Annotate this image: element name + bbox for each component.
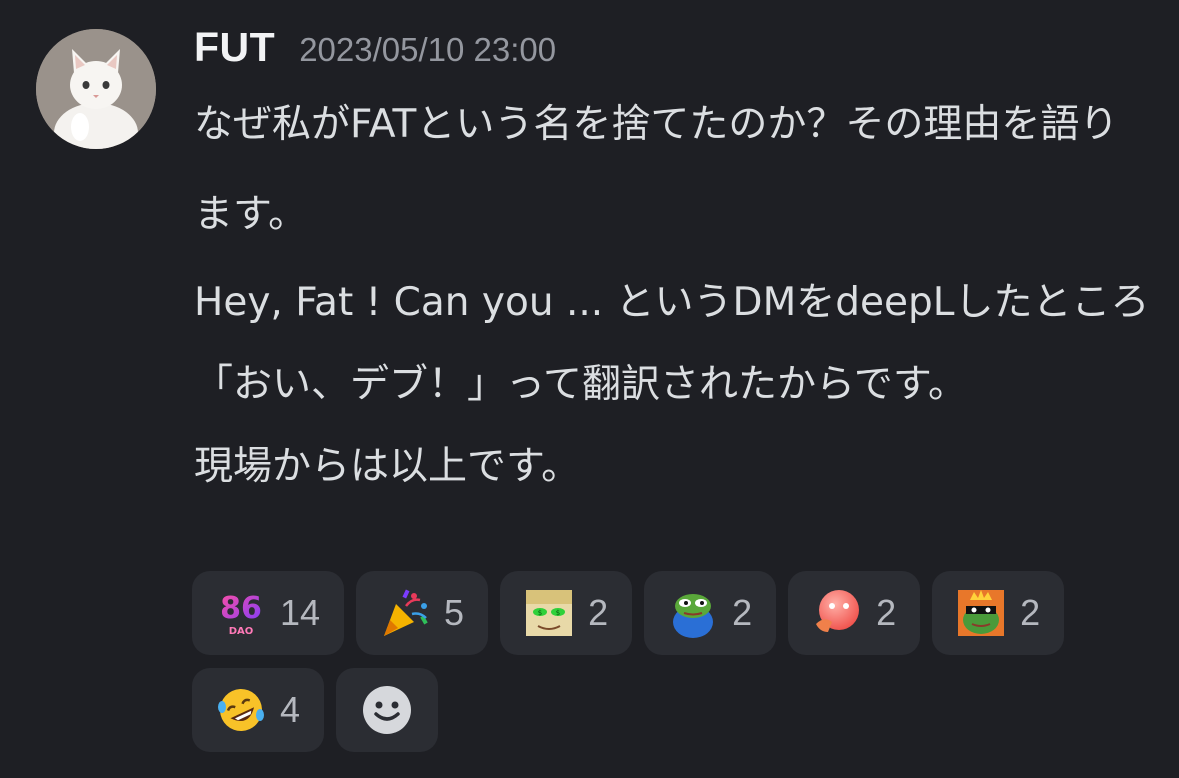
reaction-party-popper[interactable]: 5 xyxy=(356,571,489,655)
reaction-bar: 86 DAO 14 5 $ $ 2 2 2 2 4 xyxy=(192,571,1152,752)
message-paragraph: 現場からは以上です。 xyxy=(194,444,581,489)
reaction-count: 2 xyxy=(1020,592,1041,633)
message-header: FUT 2023/05/10 23:00 xyxy=(194,24,556,71)
reaction-blushing-thinking[interactable]: 2 xyxy=(788,571,921,655)
add-reaction-button[interactable] xyxy=(336,668,439,752)
pepe-king-icon xyxy=(954,586,1008,640)
blushing-thinking-icon xyxy=(810,586,864,640)
username[interactable]: FUT xyxy=(194,24,275,71)
svg-text:$: $ xyxy=(538,609,542,617)
reaction-count: 2 xyxy=(588,592,609,633)
svg-text:DAO: DAO xyxy=(229,626,254,637)
chat-message: FUT 2023/05/10 23:00 なぜ私がFATという名を捨てたのか？そ… xyxy=(0,0,1179,778)
reaction-pepe-blue[interactable]: 2 xyxy=(644,571,777,655)
timestamp: 2023/05/10 23:00 xyxy=(299,31,557,68)
reaction-count: 4 xyxy=(280,689,301,730)
86dao-icon: 86 DAO xyxy=(214,586,268,640)
reaction-count: 2 xyxy=(876,592,897,633)
party-popper-icon xyxy=(378,586,432,640)
avatar[interactable] xyxy=(36,29,156,149)
message-paragraph: Hey, Fat ! Can you ... というDMをdeepLしたところ「… xyxy=(194,280,1150,407)
rofl-icon xyxy=(214,683,268,737)
money-eyes-meme-icon: $ $ xyxy=(522,586,576,640)
reaction-money-eyes[interactable]: $ $ 2 xyxy=(500,571,633,655)
reaction-count: 5 xyxy=(444,592,465,633)
svg-text:86: 86 xyxy=(220,591,262,626)
pepe-blue-icon xyxy=(666,586,720,640)
reaction-pepe-king[interactable]: 2 xyxy=(932,571,1065,655)
svg-text:$: $ xyxy=(556,609,560,617)
reaction-rofl[interactable]: 4 xyxy=(192,668,325,752)
reaction-count: 2 xyxy=(732,592,753,633)
message-paragraph: なぜ私がFATという名を捨てたのか？その理由を語ります。 xyxy=(194,102,1119,237)
cat-avatar-icon xyxy=(36,29,156,149)
smiley-add-reaction-icon xyxy=(363,686,412,734)
message-content: なぜ私がFATという名を捨てたのか？その理由を語ります。 Hey, Fat ! … xyxy=(194,80,1154,508)
reaction-count: 14 xyxy=(280,592,321,633)
reaction-86dao[interactable]: 86 DAO 14 xyxy=(192,571,345,655)
